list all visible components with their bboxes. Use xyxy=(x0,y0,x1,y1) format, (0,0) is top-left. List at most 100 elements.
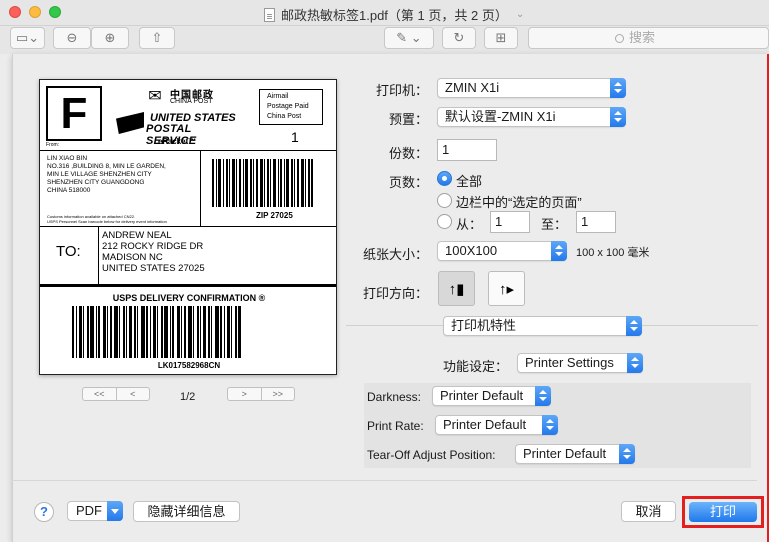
previous-page-button[interactable]: < xyxy=(115,388,150,400)
paper-size-unit: 100 x 100 毫米 xyxy=(576,247,650,259)
divider xyxy=(40,284,336,287)
footer-divider xyxy=(12,480,757,481)
printer-select[interactable]: ZMIN X1i xyxy=(437,78,626,98)
printer-value: ZMIN X1i xyxy=(445,80,500,95)
chevron-updown-icon xyxy=(619,444,635,464)
last-page-button[interactable]: >> xyxy=(260,388,295,400)
feature-select[interactable]: Printer Settings xyxy=(517,353,643,373)
share-button[interactable]: ⇧ xyxy=(139,27,175,49)
label-from-caption: From: xyxy=(46,142,60,148)
sender-address: LIN XIAO BIN NO.316 ,BUILDING 8, MIN LE … xyxy=(47,155,166,195)
search-icon xyxy=(615,34,624,43)
china-post-en: CHINA POST xyxy=(170,98,213,105)
to-label: TO: xyxy=(56,243,81,260)
next-page-button[interactable]: > xyxy=(228,388,261,400)
darkness-select[interactable]: Printer Default xyxy=(432,386,551,406)
tearoff-value: Printer Default xyxy=(523,446,607,461)
chevron-down-icon[interactable]: ⌄ xyxy=(516,9,524,20)
print-rate-select[interactable]: Printer Default xyxy=(435,415,558,435)
paper-size-select[interactable]: 100X100 xyxy=(437,241,567,261)
sender-line: LIN XIAO BIN xyxy=(47,155,88,162)
rotate-button[interactable]: ↻ xyxy=(442,27,476,49)
zoom-out-button[interactable]: ⊖ xyxy=(53,27,91,49)
sidebar-icon: ▭⌄ xyxy=(15,30,40,45)
pages-selection-label: 边栏中的“选定的页面” xyxy=(456,195,582,210)
window-title: 邮政热敏标签1.pdf（第 1 页，共 2 页） ⌄ xyxy=(264,5,524,24)
pages-range-radio[interactable] xyxy=(437,214,452,229)
print-rate-value: Printer Default xyxy=(443,417,527,432)
tracking-barcode xyxy=(72,306,304,358)
recipient-line: ANDREW NEAL xyxy=(102,230,172,241)
pages-label: 页数： xyxy=(389,175,429,190)
divider xyxy=(40,150,336,151)
pages-all-radio[interactable] xyxy=(437,171,452,186)
sidebar-toggle-button[interactable]: ▭⌄ xyxy=(10,27,45,49)
share-icon: ⇧ xyxy=(151,30,163,45)
tracking-number: LK017582968CN xyxy=(157,361,221,370)
paper-size-value: 100X100 xyxy=(445,243,498,258)
pages-selection-radio[interactable] xyxy=(437,193,452,208)
china-post-logo: ✉ 中国邮政 CHINA POST xyxy=(140,86,260,110)
page-indicator: 1/2 xyxy=(180,391,196,403)
zoom-in-button[interactable]: ⊕ xyxy=(91,27,129,49)
customs-note-line: USPS Personnel Scan barcode below for de… xyxy=(47,219,167,224)
usps-logo: UNITED STATES POSTAL SERVICE xyxy=(116,112,240,147)
portrait-orientation-button[interactable]: ↑▮ xyxy=(438,271,475,306)
help-button[interactable]: ? xyxy=(34,502,54,522)
copies-label: 份数： xyxy=(389,146,429,161)
preset-label: 预置： xyxy=(389,112,429,127)
landscape-icon: ↑▸ xyxy=(498,280,515,298)
window-title-text: 邮政热敏标签1.pdf（第 1 页，共 2 页） xyxy=(281,8,508,23)
print-button[interactable]: 打印 xyxy=(689,502,757,522)
delivery-confirmation-text: USPS DELIVERY CONFIRMATION xyxy=(112,293,257,303)
section-value: 打印机特性 xyxy=(451,318,517,333)
section-select[interactable]: 打印机特性 xyxy=(443,316,642,336)
landscape-orientation-button[interactable]: ↑▸ xyxy=(488,271,525,306)
chevron-updown-icon xyxy=(627,353,643,373)
toolbox-button[interactable]: ⊞ xyxy=(484,27,518,49)
preset-select[interactable]: 默认设置-ZMIN X1i xyxy=(437,107,626,127)
zip-text: ZIP 27025 xyxy=(256,211,293,220)
search-input[interactable]: 搜索 xyxy=(528,27,769,49)
hide-details-button[interactable]: 隐藏详细信息 xyxy=(133,501,240,522)
tearoff-label: Tear-Off Adjust Position: xyxy=(367,448,496,462)
chevron-updown-icon xyxy=(535,386,551,406)
sender-line: SHENZHEN CITY GUANGDONG xyxy=(47,179,145,186)
pdf-menu-button[interactable]: PDF xyxy=(67,501,123,521)
close-window-button[interactable] xyxy=(9,6,21,18)
sender-line: CHINA 518000 xyxy=(47,187,91,194)
chevron-updown-icon xyxy=(542,415,558,435)
epacket-label: ePacket™ xyxy=(158,137,197,146)
recipient-line: MADISON NC xyxy=(102,252,163,263)
markup-button[interactable]: ✎ ⌄ xyxy=(384,27,434,49)
pages-to-input[interactable]: 1 xyxy=(576,211,616,233)
sender-line: MIN LE VILLAGE SHENZHEN CITY xyxy=(47,171,152,178)
pages-from-input[interactable]: 1 xyxy=(490,211,530,233)
first-page-button[interactable]: << xyxy=(83,388,116,400)
feature-label: 功能设定： xyxy=(443,359,509,374)
customs-note: Customs information available on attache… xyxy=(47,214,167,224)
minimize-window-button[interactable] xyxy=(29,6,41,18)
chevron-updown-icon xyxy=(626,316,642,336)
box-number: 1 xyxy=(291,129,299,145)
divider xyxy=(40,226,336,227)
page-nav-back: << < xyxy=(82,387,150,401)
zoom-window-button[interactable] xyxy=(49,6,61,18)
print-button-highlight: 打印 xyxy=(682,496,764,528)
portrait-icon: ↑▮ xyxy=(448,280,465,298)
label-preview: F From: ✉ 中国邮政 CHINA POST UNITED STATES … xyxy=(39,79,337,375)
airmail-line: Postage Paid xyxy=(267,103,309,110)
search-placeholder: 搜索 xyxy=(629,30,656,45)
copies-input[interactable]: 1 xyxy=(437,139,497,161)
rotate-icon: ↻ xyxy=(453,30,465,45)
tearoff-select[interactable]: Printer Default xyxy=(515,444,635,464)
chevron-down-icon xyxy=(107,501,123,521)
airmail-line: Airmail xyxy=(267,93,289,100)
delivery-confirmation-title: USPS DELIVERY CONFIRMATION ® xyxy=(112,293,266,303)
printer-label: 打印机： xyxy=(376,83,429,98)
cancel-button[interactable]: 取消 xyxy=(621,501,676,522)
print-rate-label: Print Rate: xyxy=(367,419,424,433)
chevron-updown-icon xyxy=(610,107,626,127)
airmail-line: China Post xyxy=(267,113,302,120)
pages-all-label: 全部 xyxy=(456,174,483,189)
